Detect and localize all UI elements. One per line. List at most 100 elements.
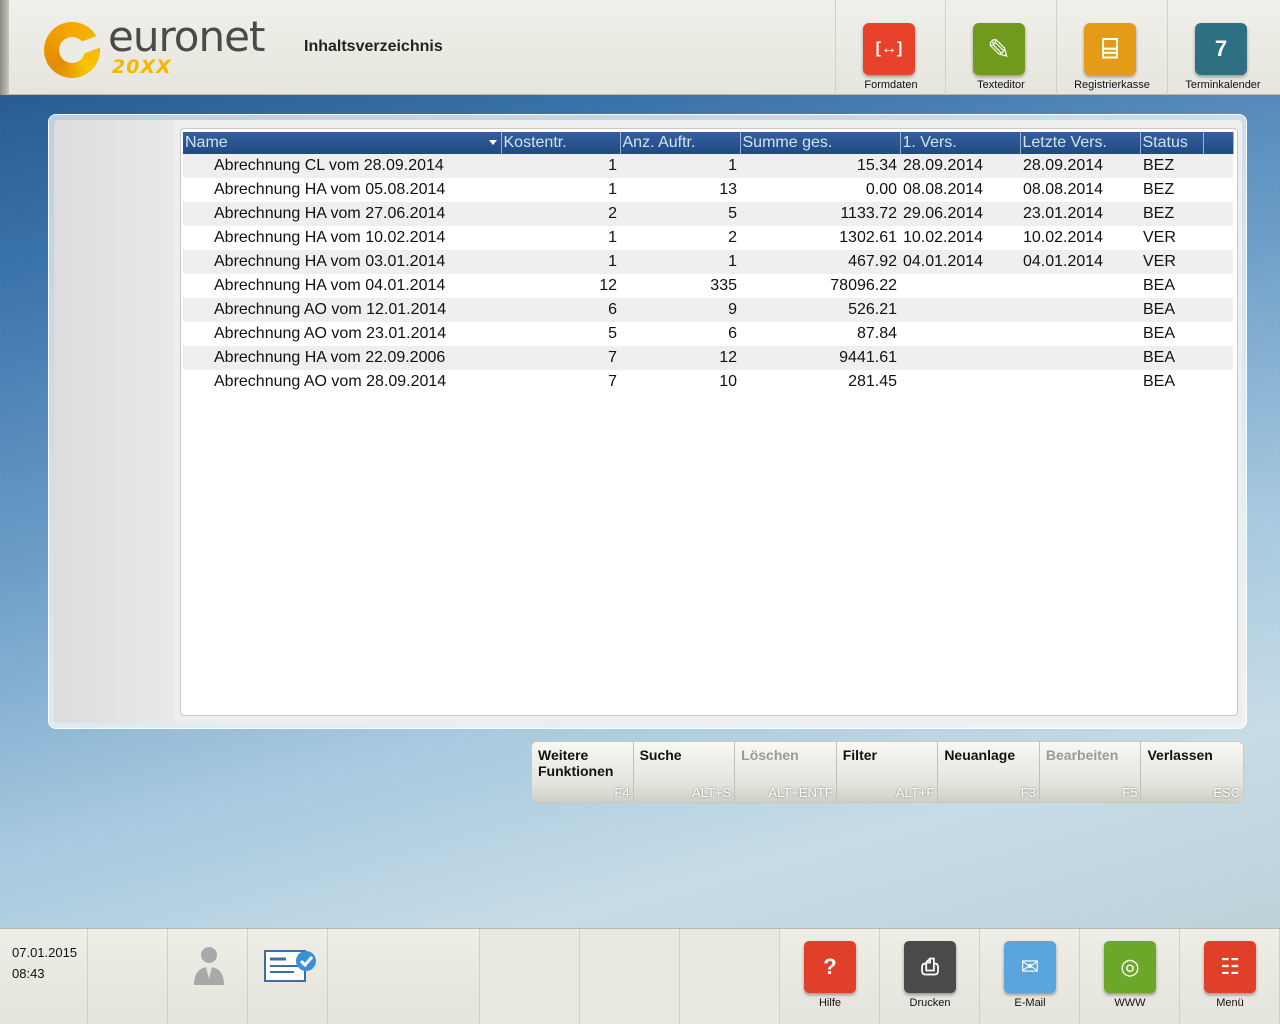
cell-erste-vers — [900, 322, 1020, 346]
footer-empty-cell — [88, 929, 168, 1024]
page-title: Inhaltsverzeichnis — [304, 38, 443, 55]
cell-erste-vers: 10.02.2014 — [900, 226, 1020, 250]
cell-status: BEA — [1140, 346, 1203, 370]
footer-empty-cell — [480, 929, 580, 1024]
function-label: Verlassen — [1147, 747, 1213, 763]
column-header-filler — [1203, 132, 1234, 154]
verlassen-button[interactable]: Verlassen ESC — [1141, 742, 1243, 802]
cell-letzte-vers — [1020, 370, 1140, 394]
table-row[interactable]: Abrechnung AO vom 23.01.2014 5 6 87.84 BEA — [183, 322, 1233, 346]
weitere-funktionen-button[interactable]: Weitere Funktionen F4 — [532, 742, 634, 802]
cell-kostentr: 2 — [501, 202, 620, 226]
cell-erste-vers: 28.09.2014 — [900, 154, 1020, 178]
formdaten-icon: [↔] — [863, 23, 915, 75]
formdaten-button[interactable]: [↔] Formdaten — [835, 0, 945, 95]
cell-name: Abrechnung HA vom 04.01.2014 — [183, 274, 501, 298]
pencil-icon: ✎ — [973, 23, 1025, 75]
formdaten-label: Formdaten — [864, 79, 918, 91]
cell-kostentr: 1 — [501, 154, 620, 178]
texteditor-button[interactable]: ✎ Texteditor — [945, 0, 1055, 95]
cell-filler — [1203, 250, 1233, 274]
cell-letzte-vers — [1020, 322, 1140, 346]
bearbeiten-button[interactable]: Bearbeiten F5 — [1039, 742, 1142, 802]
email-button[interactable]: ✉ E-Mail — [980, 929, 1080, 1024]
www-button[interactable]: ◎ WWW — [1080, 929, 1180, 1024]
column-header-letzte-vers[interactable]: Letzte Vers. — [1020, 132, 1141, 154]
column-header-status[interactable]: Status — [1140, 132, 1204, 154]
cell-status: BEZ — [1140, 202, 1203, 226]
cell-kostentr: 1 — [501, 226, 620, 250]
cell-kostentr: 7 — [501, 346, 620, 370]
cell-anz-auftr: 1 — [620, 154, 740, 178]
certificate-button[interactable] — [248, 929, 328, 1024]
cell-name: Abrechnung HA vom 10.02.2014 — [183, 226, 501, 250]
terminkalender-button[interactable]: 7 Terminkalender — [1167, 0, 1277, 95]
filter-button[interactable]: Filter ALT+F — [836, 742, 939, 802]
table-row[interactable]: Abrechnung HA vom 03.01.2014 1 1 467.92 04.0… — [183, 250, 1233, 274]
menu-button[interactable]: ☷ Menü — [1180, 929, 1280, 1024]
cell-name: Abrechnung CL vom 28.09.2014 — [183, 154, 501, 178]
cell-name: Abrechnung HA vom 27.06.2014 — [183, 202, 501, 226]
column-header-name[interactable]: Name — [183, 132, 502, 154]
cell-summe: 15.34 — [740, 154, 900, 178]
cell-erste-vers — [900, 346, 1020, 370]
column-header-anz-auftr[interactable]: Anz. Auftr. — [620, 132, 741, 154]
cell-status: BEA — [1140, 298, 1203, 322]
column-header-erste-vers[interactable]: 1. Vers. — [900, 132, 1021, 154]
logo-sub-text: 20XX — [112, 56, 172, 78]
column-header-kostentr[interactable]: Kostentr. — [501, 132, 621, 154]
column-header-label: Name — [185, 134, 228, 151]
suche-button[interactable]: Suche ALT+S — [633, 742, 736, 802]
cell-kostentr: 6 — [501, 298, 620, 322]
invoice-table: Name Kostentr. Anz. Auftr. Summe ges. 1.… — [183, 132, 1234, 394]
footer-empty-cell — [580, 929, 680, 1024]
drucken-button[interactable]: ⎙ Drucken — [880, 929, 980, 1024]
printer-icon: ⎙ — [904, 941, 956, 993]
datetime-cell: 07.01.2015 08:43 — [0, 929, 88, 1024]
function-label: Löschen — [741, 747, 799, 763]
table-row[interactable]: Abrechnung HA vom 27.06.2014 2 5 1133.72 29.… — [183, 202, 1233, 226]
function-label: Weitere Funktionen — [538, 747, 614, 779]
cell-erste-vers — [900, 298, 1020, 322]
cell-name: Abrechnung AO vom 12.01.2014 — [183, 298, 501, 322]
cell-anz-auftr: 1 — [620, 250, 740, 274]
cell-filler — [1203, 322, 1233, 346]
table-row[interactable]: Abrechnung HA vom 10.02.2014 1 2 1302.61 10.… — [183, 226, 1233, 250]
cell-letzte-vers — [1020, 298, 1140, 322]
cell-erste-vers: 08.08.2014 — [900, 178, 1020, 202]
header-bar: euronet 20XX Inhaltsverzeichnis [↔] Form… — [0, 0, 1280, 95]
table-row[interactable]: Abrechnung AO vom 12.01.2014 6 9 526.21 BEA — [183, 298, 1233, 322]
footer-empty-cell — [680, 929, 780, 1024]
function-shortcut: F5 — [1122, 785, 1138, 800]
sort-down-icon — [488, 140, 497, 145]
function-label: Suche — [639, 747, 682, 763]
cell-summe: 281.45 — [740, 370, 900, 394]
table-row[interactable]: Abrechnung HA vom 22.09.2006 7 12 9441.61 BE… — [183, 346, 1233, 370]
hilfe-button[interactable]: ? Hilfe — [780, 929, 880, 1024]
table-row[interactable]: Abrechnung HA vom 04.01.2014 12 335 78096.2… — [183, 274, 1233, 298]
www-label: WWW — [1114, 997, 1146, 1009]
table-row[interactable]: Abrechnung HA vom 05.08.2014 1 13 0.00 08.08… — [183, 178, 1233, 202]
function-label: Bearbeiten — [1045, 747, 1119, 763]
registrierkasse-label: Registrierkasse — [1074, 79, 1150, 91]
table-row[interactable]: Abrechnung AO vom 28.09.2014 7 10 281.45 BEA — [183, 370, 1233, 394]
cell-erste-vers: 29.06.2014 — [900, 202, 1020, 226]
cell-name: Abrechnung HA vom 22.09.2006 — [183, 346, 501, 370]
cell-summe: 87.84 — [740, 322, 900, 346]
side-panel — [54, 120, 174, 723]
function-shortcut: ALT+F — [895, 785, 935, 800]
cell-status: VER — [1140, 226, 1203, 250]
hilfe-label: Hilfe — [818, 997, 841, 1009]
cell-anz-auftr: 2 — [620, 226, 740, 250]
neuanlage-button[interactable]: Neuanlage F3 — [938, 742, 1040, 802]
cell-name: Abrechnung HA vom 05.08.2014 — [183, 178, 501, 202]
user-button[interactable] — [168, 929, 248, 1024]
table-row[interactable]: Abrechnung CL vom 28.09.2014 1 1 15.34 28.09… — [183, 154, 1233, 178]
column-header-summe[interactable]: Summe ges. — [740, 132, 901, 154]
cell-kostentr: 1 — [501, 178, 620, 202]
loeschen-button[interactable]: Löschen ALT+ENTF — [735, 742, 837, 802]
cell-anz-auftr: 335 — [620, 274, 740, 298]
cell-name: Abrechnung AO vom 23.01.2014 — [183, 322, 501, 346]
cell-letzte-vers — [1020, 346, 1140, 370]
registrierkasse-button[interactable]: ⌸ Registrierkasse — [1056, 0, 1166, 95]
